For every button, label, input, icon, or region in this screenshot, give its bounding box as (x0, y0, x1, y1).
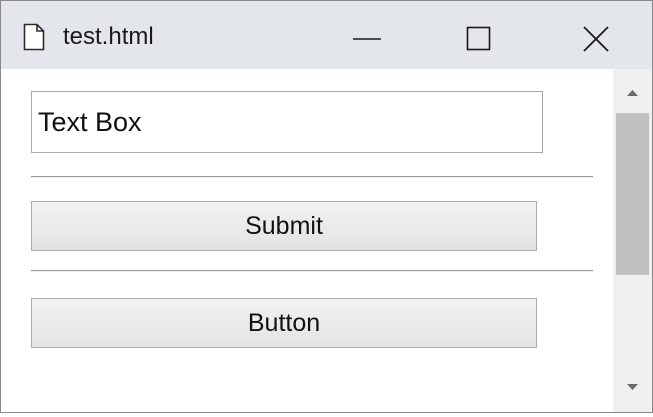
close-icon (583, 26, 609, 52)
minimize-icon (353, 38, 381, 40)
close-button[interactable] (561, 1, 631, 69)
scroll-up-arrow-icon (627, 90, 638, 96)
browser-window: test.html Submit Button (0, 0, 653, 413)
page-content: Submit Button (1, 69, 613, 412)
minimize-button[interactable] (339, 1, 409, 69)
scroll-up-button[interactable] (613, 69, 652, 113)
vertical-scrollbar[interactable] (613, 69, 652, 412)
generic-button[interactable]: Button (31, 298, 537, 348)
window-title: test.html (63, 23, 154, 50)
title-bar[interactable]: test.html (1, 1, 652, 69)
text-box-input[interactable] (31, 91, 543, 153)
scroll-down-button[interactable] (613, 368, 652, 412)
submit-button[interactable]: Submit (31, 201, 537, 251)
document-icon (23, 23, 45, 51)
maximize-button[interactable] (449, 1, 519, 69)
scroll-down-arrow-icon (627, 384, 638, 390)
horizontal-rule (31, 176, 593, 178)
horizontal-rule (31, 270, 593, 272)
scrollbar-thumb[interactable] (616, 113, 649, 275)
maximize-icon (466, 26, 491, 51)
